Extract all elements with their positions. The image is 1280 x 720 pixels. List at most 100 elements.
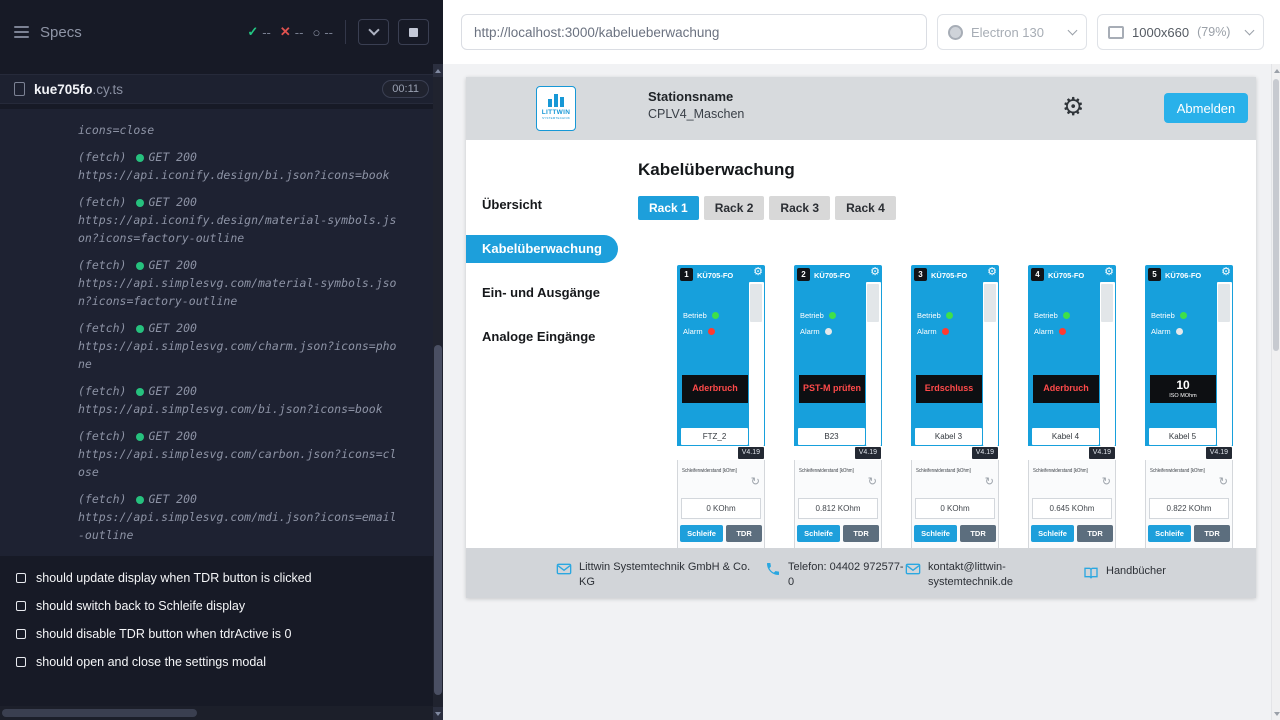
log-entry[interactable]: (fetch)GET 200 https://api.simplesvg.com… <box>78 256 403 310</box>
log-continuation-line: icons=close <box>78 121 403 139</box>
scrollbar-thumb[interactable] <box>1273 79 1279 351</box>
measurement-panel: Schleifenwiderstand [kOhm] ↻ 0 KOhm Schl… <box>911 460 999 560</box>
phone-icon <box>765 561 781 577</box>
log-entry[interactable]: (fetch)GET 200 https://api.simplesvg.com… <box>78 427 403 481</box>
footer-manuals-link[interactable]: Handbücher <box>1083 564 1166 581</box>
schleife-button[interactable]: Schleife <box>680 525 723 542</box>
measure-label: Schleifenwiderstand [kOhm] <box>1150 468 1205 474</box>
pending-box-icon <box>16 629 26 639</box>
nav-analoge-eingaenge[interactable]: Analoge Eingänge <box>466 323 618 351</box>
pending-box-icon <box>16 657 26 667</box>
schleife-button[interactable]: Schleife <box>914 525 957 542</box>
cypress-header: Specs ✓-- ✕-- ○-- <box>0 0 443 64</box>
test-item[interactable]: should update display when TDR button is… <box>0 564 443 592</box>
pending-box-icon <box>16 573 26 583</box>
scrollbar-thumb[interactable] <box>1101 284 1113 322</box>
scroll-down-arrow[interactable] <box>1272 707 1280 720</box>
log-entry[interactable]: (fetch)GET 200 https://api.iconify.desig… <box>78 193 403 247</box>
page-scrollbar[interactable] <box>1271 64 1280 720</box>
status-dot-icon <box>136 262 144 270</box>
test-item[interactable]: should switch back to Schleife display <box>0 592 443 620</box>
test-list: should update display when TDR button is… <box>0 564 443 676</box>
scroll-up-arrow[interactable] <box>1272 64 1280 77</box>
measure-label: Schleifenwiderstand [kOhm] <box>682 468 737 474</box>
tab-rack-3[interactable]: Rack 3 <box>769 196 830 220</box>
passed-count: -- <box>262 25 271 40</box>
status-display: Erdschluss <box>916 375 982 403</box>
measurement-panel: Schleifenwiderstand [kOhm] ↻ 0 KOhm Schl… <box>677 460 765 560</box>
card-settings-gear-icon[interactable]: ⚙ <box>1104 266 1114 277</box>
measure-value: 0.645 KOhm <box>1032 498 1112 519</box>
refresh-icon[interactable]: ↻ <box>1102 476 1111 487</box>
tab-rack-2[interactable]: Rack 2 <box>704 196 765 220</box>
card-number: 5 <box>1148 268 1161 281</box>
refresh-icon[interactable]: ↻ <box>1219 476 1228 487</box>
tab-rack-1[interactable]: Rack 1 <box>638 196 699 220</box>
scrollbar-thumb[interactable] <box>984 284 996 322</box>
chevron-down-icon <box>1068 26 1078 36</box>
spec-file-icon <box>14 82 25 96</box>
spec-bar[interactable]: kue705fo .cy.ts 00:11 <box>0 74 443 104</box>
refresh-icon[interactable]: ↻ <box>751 476 760 487</box>
tdr-button[interactable]: TDR <box>1194 525 1230 542</box>
test-item[interactable]: should open and close the settings modal <box>0 648 443 676</box>
log-url: https://api.simplesvg.com/charm.json?ico… <box>78 337 403 373</box>
scroll-down-arrow[interactable] <box>433 707 443 720</box>
log-entry[interactable]: (fetch)GET 200 https://api.simplesvg.com… <box>78 319 403 373</box>
test-stats: ✓-- ✕-- ○-- <box>247 19 429 45</box>
cable-name: Kabel 5 <box>1149 428 1216 445</box>
betrieb-led <box>946 312 953 319</box>
viewport-select[interactable]: 1000x660 (79%) <box>1097 14 1264 50</box>
test-item[interactable]: should disable TDR button when tdrActive… <box>0 620 443 648</box>
status-dot-icon <box>136 154 144 162</box>
settings-gear-icon[interactable]: ⚙ <box>1062 94 1084 119</box>
card-scrollbar[interactable] <box>983 282 998 446</box>
measure-value: 0.822 KOhm <box>1149 498 1229 519</box>
collapse-button[interactable] <box>358 19 389 45</box>
stop-button[interactable] <box>398 19 429 45</box>
refresh-icon[interactable]: ↻ <box>868 476 877 487</box>
card-scrollbar[interactable] <box>1100 282 1115 446</box>
tab-rack-4[interactable]: Rack 4 <box>835 196 896 220</box>
card-settings-gear-icon[interactable]: ⚙ <box>870 266 880 277</box>
refresh-icon[interactable]: ↻ <box>985 476 994 487</box>
tdr-button[interactable]: TDR <box>1077 525 1113 542</box>
card-scrollbar[interactable] <box>1217 282 1232 446</box>
failed-x-icon: ✕ <box>280 24 291 40</box>
schleife-button[interactable]: Schleife <box>1031 525 1074 542</box>
url-input[interactable] <box>461 14 927 50</box>
logout-button[interactable]: Abmelden <box>1164 93 1248 123</box>
tdr-button[interactable]: TDR <box>843 525 879 542</box>
scrollbar-thumb[interactable] <box>434 345 442 695</box>
card-scrollbar[interactable] <box>749 282 764 446</box>
log-entry[interactable]: (fetch)GET 200 https://api.simplesvg.com… <box>78 382 403 418</box>
tdr-button[interactable]: TDR <box>726 525 762 542</box>
left-scrollbar[interactable] <box>433 64 443 720</box>
pending-box-icon <box>16 601 26 611</box>
browser-select[interactable]: Electron 130 <box>937 14 1087 50</box>
scroll-up-arrow[interactable] <box>433 64 443 77</box>
card-model: KÜ705-FO <box>931 271 967 280</box>
chevron-down-icon <box>1245 26 1255 36</box>
nav-ein-und-ausgaenge[interactable]: Ein- und Ausgänge <box>466 279 618 307</box>
card-settings-gear-icon[interactable]: ⚙ <box>1221 266 1231 277</box>
specs-sidebar-toggle-icon[interactable] <box>14 23 29 41</box>
horizontal-scrollbar[interactable] <box>0 706 433 720</box>
card-settings-gear-icon[interactable]: ⚙ <box>987 266 997 277</box>
scrollbar-thumb[interactable] <box>750 284 762 322</box>
nav-uebersicht[interactable]: Übersicht <box>466 191 618 219</box>
nav-kabelueberwachung[interactable]: Kabelüberwachung <box>466 235 618 263</box>
station-info: Stationsname CPLV4_Maschen <box>648 89 744 121</box>
card-settings-gear-icon[interactable]: ⚙ <box>753 266 763 277</box>
log-entry[interactable]: (fetch)GET 200 https://api.simplesvg.com… <box>78 490 403 544</box>
tdr-button[interactable]: TDR <box>960 525 996 542</box>
schleife-button[interactable]: Schleife <box>797 525 840 542</box>
mail-icon <box>556 561 572 577</box>
scrollbar-thumb[interactable] <box>867 284 879 322</box>
card-model: KÜ706-FO <box>1165 271 1201 280</box>
schleife-button[interactable]: Schleife <box>1148 525 1191 542</box>
scrollbar-thumb[interactable] <box>1218 284 1230 322</box>
log-entry[interactable]: (fetch)GET 200 https://api.iconify.desig… <box>78 148 403 184</box>
scrollbar-thumb[interactable] <box>2 709 197 717</box>
card-scrollbar[interactable] <box>866 282 881 446</box>
